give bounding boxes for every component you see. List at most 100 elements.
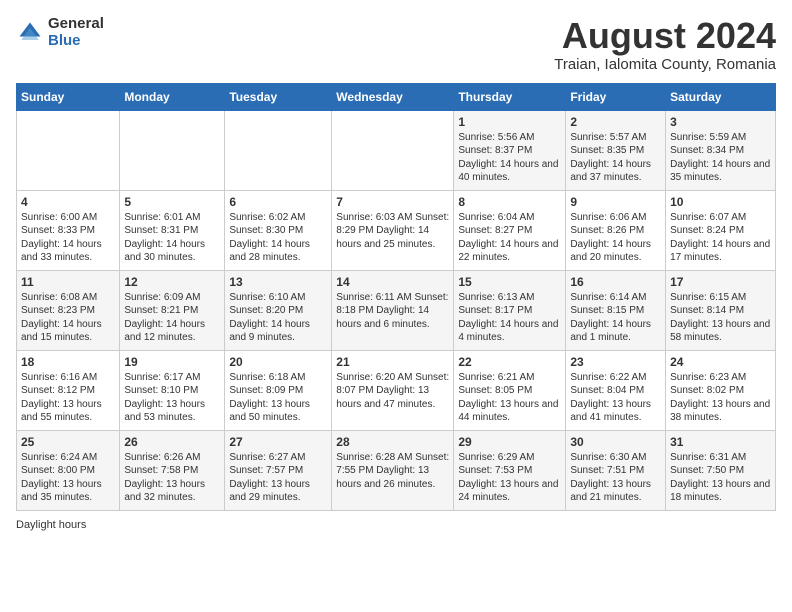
logo-text: General Blue xyxy=(48,16,104,49)
col-header-wednesday: Wednesday xyxy=(332,83,454,110)
day-cell: 3 Sunrise: 5:59 AM Sunset: 8:34 PM Daylig… xyxy=(666,110,776,190)
day-cell: 23 Sunrise: 6:22 AM Sunset: 8:04 PM Dayli… xyxy=(566,350,666,430)
day-number: 1 xyxy=(458,115,561,129)
day-cell: 11Sunrise: 6:08 AM Sunset: 8:23 PM Dayli… xyxy=(17,270,120,350)
col-header-monday: Monday xyxy=(120,83,225,110)
calendar-title: August 2024 xyxy=(554,16,776,56)
day-info: Sunrise: 6:18 AM Sunset: 8:09 PM Dayligh… xyxy=(229,371,327,425)
day-number: 25 xyxy=(21,435,115,449)
day-number: 8 xyxy=(458,195,561,209)
day-info: Sunrise: 6:03 AM Sunset: 8:29 PM Dayligh… xyxy=(336,211,449,252)
day-number: 15 xyxy=(458,275,561,289)
col-header-tuesday: Tuesday xyxy=(225,83,332,110)
day-cell xyxy=(225,110,332,190)
day-info: Sunrise: 6:10 AM Sunset: 8:20 PM Dayligh… xyxy=(229,291,327,345)
day-number: 17 xyxy=(670,275,771,289)
day-cell: 17 Sunrise: 6:15 AM Sunset: 8:14 PM Dayli… xyxy=(666,270,776,350)
day-cell: 1 Sunrise: 5:56 AM Sunset: 8:37 PM Daylig… xyxy=(454,110,566,190)
day-cell: 20 Sunrise: 6:18 AM Sunset: 8:09 PM Dayli… xyxy=(225,350,332,430)
day-info: Sunrise: 6:30 AM Sunset: 7:51 PM Dayligh… xyxy=(570,451,661,505)
day-number: 3 xyxy=(670,115,771,129)
day-info: Sunrise: 6:16 AM Sunset: 8:12 PM Dayligh… xyxy=(21,371,115,425)
day-cell: 6 Sunrise: 6:02 AM Sunset: 8:30 PM Daylig… xyxy=(225,190,332,270)
col-header-thursday: Thursday xyxy=(454,83,566,110)
day-info: Sunrise: 6:23 AM Sunset: 8:02 PM Dayligh… xyxy=(670,371,771,425)
daylight-label: Daylight hours xyxy=(16,519,86,531)
day-cell: 8 Sunrise: 6:04 AM Sunset: 8:27 PM Daylig… xyxy=(454,190,566,270)
day-info: Sunrise: 6:00 AM Sunset: 8:33 PM Dayligh… xyxy=(21,211,115,265)
day-number: 18 xyxy=(21,355,115,369)
col-header-friday: Friday xyxy=(566,83,666,110)
day-cell: 16 Sunrise: 6:14 AM Sunset: 8:15 PM Dayli… xyxy=(566,270,666,350)
week-row-3: 18 Sunrise: 6:16 AM Sunset: 8:12 PM Dayli… xyxy=(17,350,776,430)
week-row-1: 4 Sunrise: 6:00 AM Sunset: 8:33 PM Daylig… xyxy=(17,190,776,270)
day-info: Sunrise: 6:09 AM Sunset: 8:21 PM Dayligh… xyxy=(124,291,220,345)
day-number: 12 xyxy=(124,275,220,289)
calendar-subtitle: Traian, Ialomita County, Romania xyxy=(554,56,776,73)
day-info: Sunrise: 6:15 AM Sunset: 8:14 PM Dayligh… xyxy=(670,291,771,345)
day-number: 13 xyxy=(229,275,327,289)
day-info: Sunrise: 5:57 AM Sunset: 8:35 PM Dayligh… xyxy=(570,131,661,185)
day-cell: 25Sunrise: 6:24 AM Sunset: 8:00 PM Dayli… xyxy=(17,430,120,510)
day-info: Sunrise: 6:11 AM Sunset: 8:18 PM Dayligh… xyxy=(336,291,449,332)
day-number: 23 xyxy=(570,355,661,369)
day-cell: 31Sunrise: 6:31 AM Sunset: 7:50 PM Dayli… xyxy=(666,430,776,510)
day-cell: 24Sunrise: 6:23 AM Sunset: 8:02 PM Dayli… xyxy=(666,350,776,430)
day-cell xyxy=(17,110,120,190)
day-info: Sunrise: 6:20 AM Sunset: 8:07 PM Dayligh… xyxy=(336,371,449,412)
day-info: Sunrise: 5:59 AM Sunset: 8:34 PM Dayligh… xyxy=(670,131,771,185)
day-info: Sunrise: 6:14 AM Sunset: 8:15 PM Dayligh… xyxy=(570,291,661,345)
day-info: Sunrise: 6:17 AM Sunset: 8:10 PM Dayligh… xyxy=(124,371,220,425)
day-number: 20 xyxy=(229,355,327,369)
day-number: 31 xyxy=(670,435,771,449)
day-number: 6 xyxy=(229,195,327,209)
day-cell: 2 Sunrise: 5:57 AM Sunset: 8:35 PM Daylig… xyxy=(566,110,666,190)
day-cell: 19Sunrise: 6:17 AM Sunset: 8:10 PM Dayli… xyxy=(120,350,225,430)
day-number: 30 xyxy=(570,435,661,449)
week-row-2: 11Sunrise: 6:08 AM Sunset: 8:23 PM Dayli… xyxy=(17,270,776,350)
day-cell: 30 Sunrise: 6:30 AM Sunset: 7:51 PM Dayli… xyxy=(566,430,666,510)
day-cell xyxy=(332,110,454,190)
day-number: 7 xyxy=(336,195,449,209)
day-info: Sunrise: 5:56 AM Sunset: 8:37 PM Dayligh… xyxy=(458,131,561,185)
day-info: Sunrise: 6:21 AM Sunset: 8:05 PM Dayligh… xyxy=(458,371,561,425)
day-number: 22 xyxy=(458,355,561,369)
day-cell: 7 Sunrise: 6:03 AM Sunset: 8:29 PM Daylig… xyxy=(332,190,454,270)
logo-icon xyxy=(16,19,44,47)
day-cell: 12 Sunrise: 6:09 AM Sunset: 8:21 PM Dayli… xyxy=(120,270,225,350)
header-row: SundayMondayTuesdayWednesdayThursdayFrid… xyxy=(17,83,776,110)
footer: Daylight hours xyxy=(16,519,776,531)
day-info: Sunrise: 6:06 AM Sunset: 8:26 PM Dayligh… xyxy=(570,211,661,265)
day-cell: 5Sunrise: 6:01 AM Sunset: 8:31 PM Daylig… xyxy=(120,190,225,270)
logo-blue: Blue xyxy=(48,33,104,50)
day-info: Sunrise: 6:22 AM Sunset: 8:04 PM Dayligh… xyxy=(570,371,661,425)
col-header-sunday: Sunday xyxy=(17,83,120,110)
day-cell: 10Sunrise: 6:07 AM Sunset: 8:24 PM Dayli… xyxy=(666,190,776,270)
day-cell: 9Sunrise: 6:06 AM Sunset: 8:26 PM Daylig… xyxy=(566,190,666,270)
day-info: Sunrise: 6:26 AM Sunset: 7:58 PM Dayligh… xyxy=(124,451,220,505)
day-cell: 26 Sunrise: 6:26 AM Sunset: 7:58 PM Dayli… xyxy=(120,430,225,510)
day-number: 5 xyxy=(124,195,220,209)
day-number: 4 xyxy=(21,195,115,209)
day-number: 29 xyxy=(458,435,561,449)
day-cell: 4 Sunrise: 6:00 AM Sunset: 8:33 PM Daylig… xyxy=(17,190,120,270)
day-number: 26 xyxy=(124,435,220,449)
title-block: August 2024 Traian, Ialomita County, Rom… xyxy=(554,16,776,73)
day-info: Sunrise: 6:13 AM Sunset: 8:17 PM Dayligh… xyxy=(458,291,561,345)
day-cell: 13 Sunrise: 6:10 AM Sunset: 8:20 PM Dayli… xyxy=(225,270,332,350)
day-cell: 14 Sunrise: 6:11 AM Sunset: 8:18 PM Dayli… xyxy=(332,270,454,350)
week-row-4: 25Sunrise: 6:24 AM Sunset: 8:00 PM Dayli… xyxy=(17,430,776,510)
day-number: 21 xyxy=(336,355,449,369)
day-info: Sunrise: 6:02 AM Sunset: 8:30 PM Dayligh… xyxy=(229,211,327,265)
day-cell: 15 Sunrise: 6:13 AM Sunset: 8:17 PM Dayli… xyxy=(454,270,566,350)
day-cell: 18 Sunrise: 6:16 AM Sunset: 8:12 PM Dayli… xyxy=(17,350,120,430)
day-cell xyxy=(120,110,225,190)
col-header-saturday: Saturday xyxy=(666,83,776,110)
day-number: 14 xyxy=(336,275,449,289)
day-number: 2 xyxy=(570,115,661,129)
day-number: 11 xyxy=(21,275,115,289)
logo-general: General xyxy=(48,16,104,33)
day-cell: 21 Sunrise: 6:20 AM Sunset: 8:07 PM Dayli… xyxy=(332,350,454,430)
day-info: Sunrise: 6:04 AM Sunset: 8:27 PM Dayligh… xyxy=(458,211,561,265)
day-number: 16 xyxy=(570,275,661,289)
